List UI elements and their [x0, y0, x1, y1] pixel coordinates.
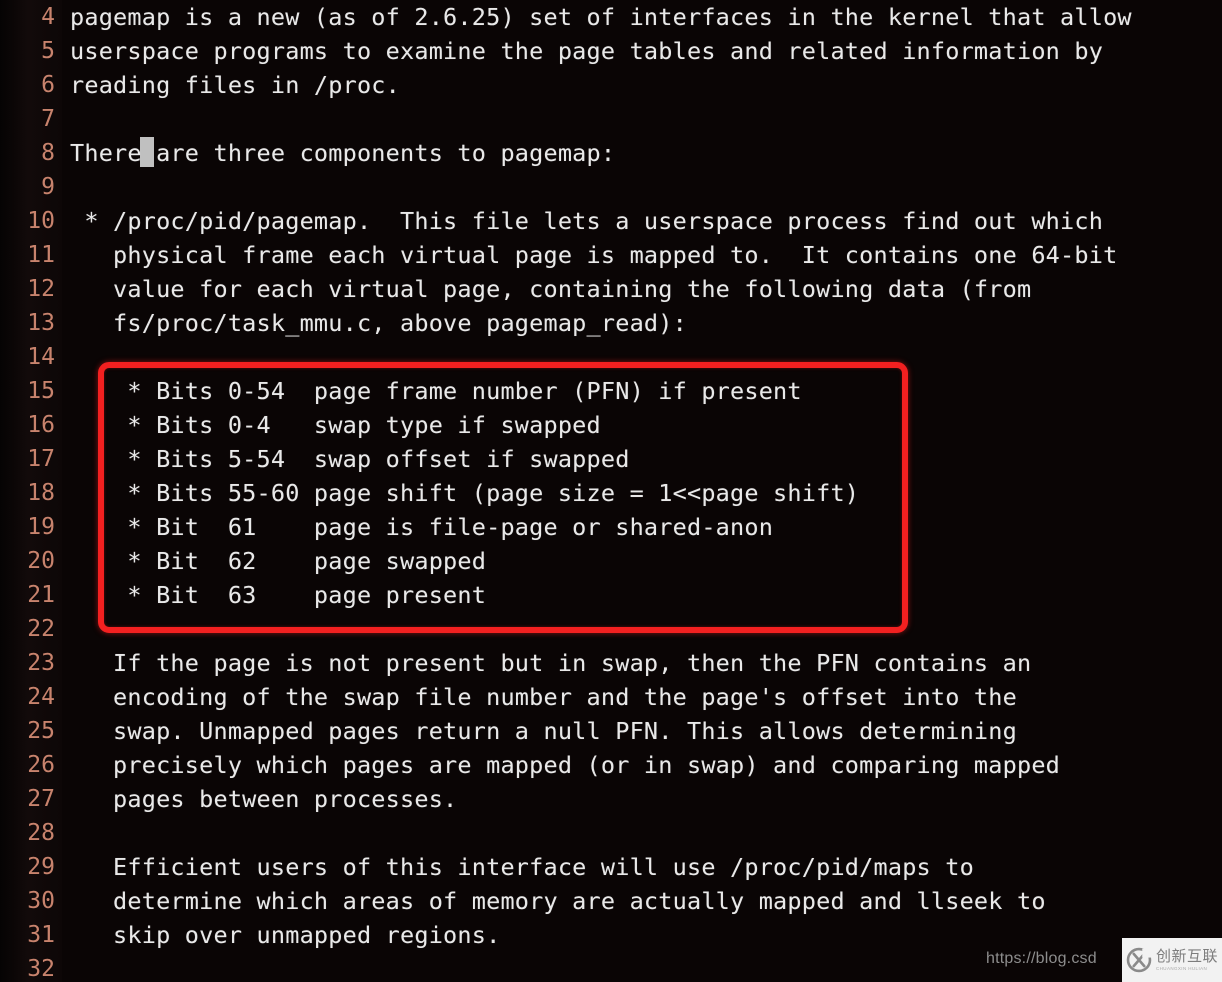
- code-line-text: * Bits 55-60 page shift (page size = 1<<…: [70, 479, 860, 507]
- line-number: 8: [41, 140, 55, 166]
- code-line[interactable]: 7: [0, 102, 1222, 136]
- line-number: 25: [27, 718, 55, 744]
- line-number: 14: [27, 344, 55, 370]
- code-line[interactable]: 30 determine which areas of memory are a…: [0, 884, 1222, 918]
- code-line-text: reading files in /proc.: [70, 71, 401, 99]
- code-line-text: encoding of the swap file number and the…: [70, 683, 1017, 711]
- line-number: 18: [27, 480, 55, 506]
- code-line[interactable]: 20 * Bit 62 page swapped: [0, 544, 1222, 578]
- logo-chinese-text: 创新互联: [1156, 946, 1219, 965]
- line-number: 6: [41, 72, 55, 98]
- code-line-text: userspace programs to examine the page t…: [70, 37, 1104, 65]
- line-number: 20: [27, 548, 55, 574]
- code-line-text: * Bits 0-4 swap type if swapped: [70, 411, 601, 439]
- code-line-text: skip over unmapped regions.: [70, 921, 501, 949]
- code-line[interactable]: 12 value for each virtual page, containi…: [0, 272, 1222, 306]
- line-number: 7: [41, 106, 55, 132]
- code-line-text: fs/proc/task_mmu.c, above pagemap_read):: [70, 309, 687, 337]
- code-line[interactable]: 11 physical frame each virtual page is m…: [0, 238, 1222, 272]
- code-line[interactable]: 19 * Bit 61 page is file-page or shared-…: [0, 510, 1222, 544]
- logo-subtitle-text: CHUANGXIN HULIAN: [1156, 965, 1208, 971]
- circle-x-icon: [1126, 947, 1152, 973]
- line-number: 32: [27, 956, 55, 982]
- code-line[interactable]: 13 fs/proc/task_mmu.c, above pagemap_rea…: [0, 306, 1222, 340]
- line-number: 13: [27, 310, 55, 336]
- code-line-text: determine which areas of memory are actu…: [70, 887, 1046, 915]
- code-line-text: * Bit 61 page is file-page or shared-ano…: [70, 513, 774, 541]
- line-number: 27: [27, 786, 55, 812]
- line-number: 24: [27, 684, 55, 710]
- code-line-text: value for each virtual page, containing …: [70, 275, 1032, 303]
- code-line[interactable]: 28: [0, 816, 1222, 850]
- line-number: 26: [27, 752, 55, 778]
- code-line[interactable]: 5 userspace programs to examine the page …: [0, 34, 1222, 68]
- line-number: 10: [27, 208, 55, 234]
- code-line-text: pages between processes.: [70, 785, 458, 813]
- code-line[interactable]: 31 skip over unmapped regions.: [0, 918, 1222, 952]
- line-number: 4: [41, 4, 55, 30]
- code-line[interactable]: 21 * Bit 63 page present: [0, 578, 1222, 612]
- line-number: 16: [27, 412, 55, 438]
- code-line-text: * /proc/pid/pagemap. This file lets a us…: [70, 207, 1104, 235]
- code-viewer[interactable]: 4 pagemap is a new (as of 2.6.25) set of …: [0, 0, 1222, 982]
- line-number: 9: [41, 174, 55, 200]
- line-number: 22: [27, 616, 55, 642]
- code-line-text: * Bits 0-54 page frame number (PFN) if p…: [70, 377, 802, 405]
- line-number: 21: [27, 582, 55, 608]
- code-line-text: pagemap is a new (as of 2.6.25) set of i…: [70, 3, 1132, 31]
- line-number: 5: [41, 38, 55, 64]
- code-line-text: Efficient users of this interface will u…: [70, 853, 974, 881]
- code-line[interactable]: 23 If the page is not present but in swa…: [0, 646, 1222, 680]
- code-line[interactable]: 14: [0, 340, 1222, 374]
- code-line[interactable]: 18 * Bits 55-60 page shift (page size = …: [0, 476, 1222, 510]
- line-number: 12: [27, 276, 55, 302]
- code-line[interactable]: 24 encoding of the swap file number and …: [0, 680, 1222, 714]
- code-line[interactable]: 9: [0, 170, 1222, 204]
- line-number: 11: [27, 242, 55, 268]
- code-line[interactable]: 10 * /proc/pid/pagemap. This file lets a…: [0, 204, 1222, 238]
- code-line[interactable]: 25 swap. Unmapped pages return a null PF…: [0, 714, 1222, 748]
- code-line-text: precisely which pages are mapped (or in …: [70, 751, 1061, 779]
- code-line-text: physical frame each virtual page is mapp…: [70, 241, 1118, 269]
- code-line[interactable]: 27 pages between processes.: [0, 782, 1222, 816]
- code-line-text: * Bit 63 page present: [70, 581, 487, 609]
- line-number: 28: [27, 820, 55, 846]
- code-line[interactable]: 16 * Bits 0-4 swap type if swapped: [0, 408, 1222, 442]
- code-line[interactable]: 29 Efficient users of this interface wil…: [0, 850, 1222, 884]
- code-line-text: If the page is not present but in swap, …: [70, 649, 1032, 677]
- watermark-url: https://blog.csd: [986, 950, 1097, 967]
- line-number: 17: [27, 446, 55, 472]
- code-line[interactable]: 17 * Bits 5-54 swap offset if swapped: [0, 442, 1222, 476]
- text-cursor: [140, 137, 154, 167]
- site-logo: 创新互联 CHUANGXIN HULIAN: [1122, 938, 1222, 982]
- code-line[interactable]: 4 pagemap is a new (as of 2.6.25) set of …: [0, 0, 1222, 34]
- code-line-text: * Bit 62 page swapped: [70, 547, 487, 575]
- code-line[interactable]: 6 reading files in /proc.: [0, 68, 1222, 102]
- code-line[interactable]: 22: [0, 612, 1222, 646]
- line-number: 19: [27, 514, 55, 540]
- line-number: 23: [27, 650, 55, 676]
- line-number: 31: [27, 922, 55, 948]
- code-line[interactable]: 15 * Bits 0-54 page frame number (PFN) i…: [0, 374, 1222, 408]
- line-number: 15: [27, 378, 55, 404]
- code-line-text: * Bits 5-54 swap offset if swapped: [70, 445, 630, 473]
- logo-wordmark: 创新互联 CHUANGXIN HULIAN: [1156, 946, 1219, 972]
- code-line[interactable]: 8 There are three components to pagemap:: [0, 136, 1222, 170]
- line-number: 30: [27, 888, 55, 914]
- line-number: 29: [27, 854, 55, 880]
- code-line[interactable]: 26 precisely which pages are mapped (or …: [0, 748, 1222, 782]
- code-line-text: swap. Unmapped pages return a null PFN. …: [70, 717, 1017, 745]
- screenshot-root: 4 pagemap is a new (as of 2.6.25) set of …: [0, 0, 1222, 982]
